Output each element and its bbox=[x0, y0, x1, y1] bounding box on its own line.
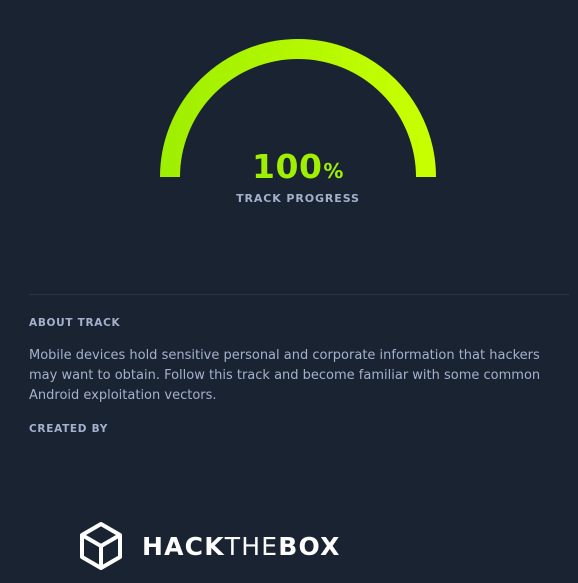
about-track-heading: ABOUT TRACK bbox=[29, 317, 121, 329]
creator-logo-text: HACKTHEBOX bbox=[142, 532, 341, 561]
creator-logo[interactable]: HACKTHEBOX bbox=[78, 521, 341, 571]
track-progress-panel: 100% TRACK PROGRESS ABOUT TRACK Mobile d… bbox=[0, 0, 578, 583]
logo-text-hack: HACK bbox=[142, 531, 225, 561]
logo-text-box: BOX bbox=[278, 531, 341, 561]
section-divider bbox=[29, 294, 569, 295]
progress-number: 100 bbox=[252, 147, 323, 186]
about-track-description: Mobile devices hold sensitive personal a… bbox=[29, 348, 541, 403]
progress-label: TRACK PROGRESS bbox=[236, 192, 360, 205]
progress-value: 100% bbox=[0, 147, 578, 191]
created-by-heading: CREATED BY bbox=[29, 423, 109, 435]
progress-gauge: 100% TRACK PROGRESS bbox=[0, 0, 578, 230]
progress-unit: % bbox=[323, 159, 344, 183]
logo-text-the: THE bbox=[224, 531, 279, 561]
hackthebox-cube-icon bbox=[80, 522, 122, 570]
